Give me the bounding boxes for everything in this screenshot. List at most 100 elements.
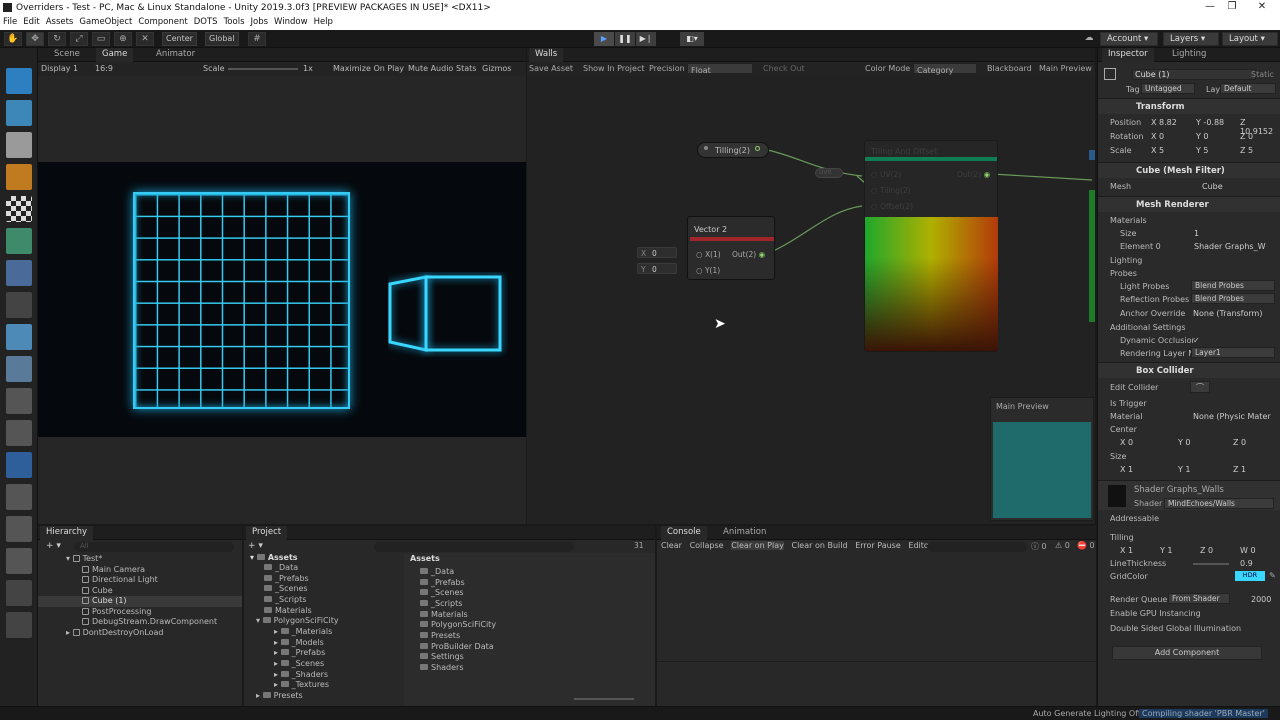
check-out-button[interactable]: Check Out [763, 64, 805, 73]
tree-item[interactable]: _Scenes [264, 584, 308, 593]
menu-edit[interactable]: Edit [20, 16, 42, 27]
tree-item[interactable]: ▸ _Prefabs [274, 648, 325, 657]
probes-foldout[interactable]: Probes [1098, 267, 1280, 280]
materials-foldout[interactable]: Materials [1098, 214, 1280, 227]
space-toggle[interactable]: Global [205, 32, 239, 46]
offset-in-port[interactable]: ○ Offset(2) [871, 202, 913, 211]
menu-assets[interactable]: Assets [43, 16, 77, 27]
tree-item[interactable]: _Prefabs [264, 574, 309, 583]
position-y[interactable]: Y -0.88 [1196, 118, 1224, 127]
file-item[interactable]: _Prefabs [420, 578, 465, 587]
rotation-x[interactable]: X 0 [1151, 132, 1164, 141]
scale-z[interactable]: Z 5 [1240, 146, 1253, 155]
position-x[interactable]: X 8.82 [1151, 118, 1177, 127]
size-field[interactable]: 1 [1194, 229, 1199, 238]
vector2-y-input[interactable]: Y0 [637, 263, 677, 274]
dynamic-occlusion-checkbox[interactable]: ✓ [1193, 336, 1200, 345]
warning-count[interactable]: ⚠ 0 [1055, 541, 1070, 550]
hierarchy-item-selected[interactable]: Cube (1) [82, 596, 127, 605]
play-button[interactable]: ▶ [594, 32, 614, 46]
tab-project[interactable]: Project [246, 526, 288, 540]
pause-button[interactable]: ❚❚ [615, 32, 635, 46]
step-button[interactable]: ▶❘ [636, 32, 656, 46]
menu-help[interactable]: Help [311, 16, 336, 27]
line-thickness-slider[interactable] [1193, 563, 1229, 565]
aspect-dropdown[interactable]: 16:9 [95, 64, 113, 73]
cloud-icon[interactable]: ☁ [1080, 32, 1098, 46]
tab-hierarchy[interactable]: Hierarchy [40, 526, 94, 540]
game-viewport[interactable] [38, 162, 526, 437]
collider-material-field[interactable]: None (Physic Mater [1193, 412, 1271, 421]
project-create-button[interactable]: + ▾ [248, 541, 263, 551]
close-button[interactable]: ✕ [1248, 1, 1276, 15]
file-item[interactable]: PolygonSciFiCity [420, 620, 496, 629]
hand-tool-icon[interactable]: ✋ [4, 32, 22, 46]
icon-size-slider[interactable] [574, 698, 634, 700]
tab-animator[interactable]: Animator [150, 48, 201, 62]
gizmos-dropdown[interactable]: Gizmos [482, 64, 511, 73]
lighting-foldout[interactable]: Lighting [1098, 254, 1280, 267]
tilling-w[interactable]: W 0 [1240, 546, 1256, 555]
tab-animation[interactable]: Animation [717, 526, 772, 540]
rendering-layer-dropdown[interactable]: Layer1 [1191, 347, 1275, 358]
checker-tool-icon[interactable] [6, 196, 32, 222]
layer-dropdown[interactable]: Default [1220, 83, 1276, 94]
scene-root[interactable]: ▾ Test* [66, 554, 102, 563]
shape-tool-icon[interactable] [6, 580, 32, 606]
shader-dropdown[interactable]: MindEchoes/Walls [1164, 498, 1274, 509]
render-queue-dropdown[interactable]: From Shader [1168, 593, 1230, 604]
hierarchy-item[interactable]: DebugStream.DrawComponent [82, 617, 217, 626]
edit-collider-button[interactable]: ⌒ [1190, 381, 1210, 393]
file-item[interactable]: _Data [420, 567, 454, 576]
box-collider-header[interactable]: Box Collider [1098, 362, 1280, 378]
scale-slider[interactable] [228, 68, 298, 70]
element0-field[interactable]: Shader Graphs_W [1194, 242, 1266, 251]
line-thickness-value[interactable]: 0.9 [1240, 559, 1253, 568]
tree-item[interactable]: ▸ _Textures [274, 680, 329, 689]
tiling-out-port[interactable]: Out(2) ◉ [957, 170, 990, 179]
mesh-field[interactable]: Cube [1202, 182, 1223, 191]
collapse-button[interactable]: Collapse [690, 541, 724, 550]
mirror-tool-icon[interactable] [6, 612, 32, 638]
mesh-renderer-header[interactable]: Mesh Renderer [1098, 196, 1280, 212]
rotation-z[interactable]: Z 0 [1240, 132, 1253, 141]
mesh-filter-header[interactable]: Cube (Mesh Filter) [1098, 162, 1280, 178]
tree-item[interactable]: ▸ Presets [256, 691, 303, 700]
center-y[interactable]: Y 0 [1178, 438, 1191, 447]
hierarchy-item[interactable]: ▸ DontDestroyOnLoad [66, 628, 164, 637]
scale-y[interactable]: Y 5 [1196, 146, 1209, 155]
tab-lighting[interactable]: Lighting [1166, 48, 1212, 62]
menu-gameobject[interactable]: GameObject [76, 16, 135, 27]
file-item[interactable]: Presets [420, 631, 460, 640]
eyedropper-icon[interactable]: ✎ [1269, 571, 1276, 580]
tilling-property-node[interactable]: Tilling(2) [697, 142, 769, 158]
globe-tool-icon[interactable] [6, 260, 32, 286]
color-mode-dropdown[interactable]: Category [913, 63, 977, 75]
main-preview-toggle[interactable]: Main Preview [1039, 64, 1092, 73]
prism-tool-icon[interactable] [6, 484, 32, 510]
tree-item[interactable]: ▸ _Models [274, 638, 324, 647]
merge-tool-icon[interactable] [6, 548, 32, 574]
add-component-button[interactable]: Add Component [1112, 646, 1262, 660]
tab-scene[interactable]: Scene [48, 48, 86, 62]
show-in-project-button[interactable]: Show In Project [583, 64, 644, 73]
rect-tool-icon[interactable]: ▭ [92, 32, 110, 46]
wall-tool-icon[interactable] [6, 132, 32, 158]
clear-button[interactable]: Clear [661, 541, 682, 550]
error-count[interactable]: ⛔ 0 [1077, 541, 1095, 550]
collab-icon[interactable]: ◧▾ [680, 32, 704, 46]
tab-inspector[interactable]: Inspector [1102, 48, 1154, 62]
hierarchy-item[interactable]: Cube [82, 586, 113, 595]
scale-x[interactable]: X 5 [1151, 146, 1164, 155]
tree-item[interactable]: ▾ PolygonSciFiCity [256, 616, 339, 625]
pivot-toggle[interactable]: Center [162, 32, 197, 46]
tilling-z[interactable]: Z 0 [1200, 546, 1213, 555]
material-header[interactable]: Shader Graphs_Walls Shader MindEchoes/Wa… [1098, 480, 1280, 510]
center-x[interactable]: X 0 [1120, 438, 1133, 447]
layout-dropdown[interactable]: Layout ▾ [1222, 32, 1278, 46]
vector2-x-input[interactable]: X0 [637, 247, 677, 258]
project-search-input[interactable] [374, 542, 574, 552]
file-item[interactable]: Materials [420, 610, 468, 619]
ribbon-tool-icon[interactable] [6, 388, 32, 414]
tab-game[interactable]: Game [96, 48, 134, 62]
